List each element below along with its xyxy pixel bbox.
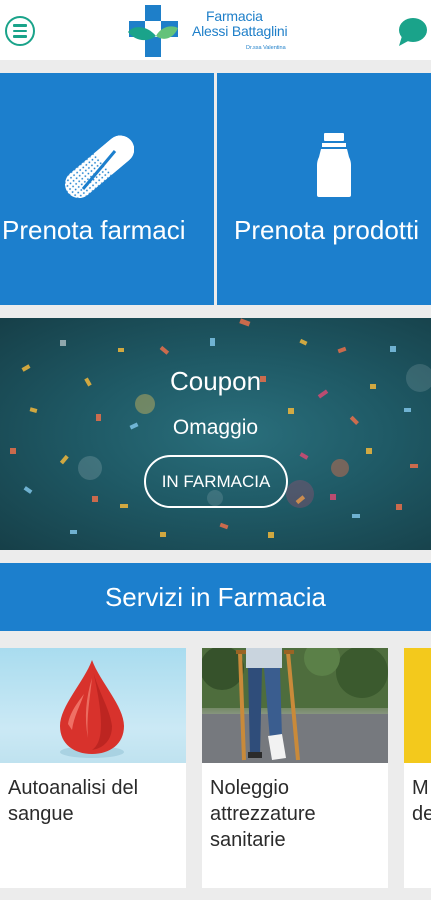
services-title: Servizi in Farmacia: [104, 581, 327, 612]
crutches-photo: [202, 648, 388, 763]
action-tiles: Prenota farmaci Prenota prodotti: [0, 73, 431, 305]
service-card-partial[interactable]: M de: [404, 648, 431, 888]
coupon-subtitle: Omaggio: [172, 416, 259, 439]
prenota-prodotti-label: Prenota prodotti: [234, 215, 420, 245]
menu-icon[interactable]: [5, 16, 35, 46]
logo-line2: Alessi Battaglini: [192, 23, 288, 39]
services-section-header: Servizi in Farmacia: [0, 563, 431, 631]
yellow-image: [404, 648, 431, 763]
card-image: [0, 648, 186, 763]
pharmacy-cross-icon: [128, 5, 178, 57]
service-card-label: Noleggio attrezzature sanitarie: [210, 775, 316, 853]
bottle-icon: [317, 133, 351, 197]
blood-drop-icon: [60, 660, 124, 758]
label-line: sanitarie: [210, 829, 286, 851]
label-line: de: [412, 803, 431, 825]
pharmacy-logo: Farmacia Alessi Battaglini Dr.ssa Valent…: [126, 4, 306, 58]
card-image: [202, 648, 388, 763]
services-carousel[interactable]: Autoanalisi del sangue Noleggio attrezza…: [0, 648, 431, 888]
logo-text: Farmacia Alessi Battaglini: [192, 8, 288, 39]
logo-subtitle: Dr.ssa Valentina: [246, 45, 286, 51]
coupon-banner[interactable]: Coupon Omaggio IN FARMACIA: [0, 318, 431, 550]
prenota-farmaci-button[interactable]: Prenota farmaci: [0, 73, 214, 305]
label-line: M: [412, 777, 429, 799]
pill-icon: [64, 135, 134, 201]
in-farmacia-button[interactable]: IN FARMACIA: [144, 455, 288, 508]
prenota-prodotti-button[interactable]: Prenota prodotti: [217, 73, 431, 305]
coupon-title: Coupon: [169, 366, 262, 396]
app-header: Farmacia Alessi Battaglini Dr.ssa Valent…: [0, 0, 431, 66]
label-line: attrezzature: [210, 803, 316, 825]
logo-line1: Farmacia: [206, 8, 263, 24]
service-card-autoanalisi[interactable]: Autoanalisi del sangue: [0, 648, 186, 888]
service-card-label: Autoanalisi del sangue: [8, 775, 138, 827]
service-card-noleggio[interactable]: Noleggio attrezzature sanitarie: [202, 648, 388, 888]
chat-icon[interactable]: [396, 16, 428, 48]
prenota-farmaci-label: Prenota farmaci: [2, 215, 186, 245]
label-line: Noleggio: [210, 777, 289, 799]
label-line: Autoanalisi del: [8, 777, 139, 799]
service-card-label: M de: [412, 775, 431, 827]
label-line: sangue: [8, 803, 74, 825]
